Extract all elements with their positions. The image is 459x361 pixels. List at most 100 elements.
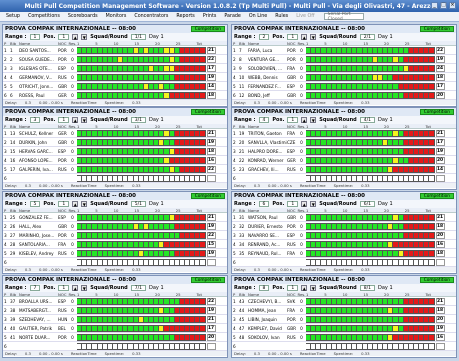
total-score bbox=[206, 174, 216, 182]
menu-item-parade[interactable]: Parade bbox=[221, 14, 244, 19]
shooter-row[interactable]: 2 14 DURKIN, John GBR 0 19 bbox=[3, 138, 227, 147]
shooter-row[interactable]: 1 37 BROALLA URS... ESP 0 22 bbox=[3, 297, 227, 306]
competition-button[interactable]: Competition bbox=[419, 193, 454, 199]
shooter-row[interactable]: 1 43 CZECHEVYI, B... SVK 0 21 bbox=[232, 297, 456, 306]
noc: ESP bbox=[58, 298, 66, 304]
shooter-row[interactable]: 5 35 REYNAUD, Rol... FRA 0 18 bbox=[232, 249, 456, 258]
menu-item-setup[interactable]: Setup bbox=[3, 14, 23, 19]
competition-button[interactable]: Competition bbox=[419, 109, 454, 115]
shooter-row[interactable]: 1 7 FARIA, Luca POR 0 22 bbox=[232, 46, 456, 55]
shooter-row[interactable]: 5 48 SOKOLOV, Ivan RUS 0 16 bbox=[232, 333, 456, 342]
menu-item-rules[interactable]: Rules bbox=[272, 14, 291, 19]
up-arrow-icon[interactable]: ▲ bbox=[301, 285, 308, 291]
competition-button[interactable]: Competition bbox=[190, 26, 225, 32]
competition-button[interactable]: Competition bbox=[190, 109, 225, 115]
down-arrow-icon[interactable]: ▼ bbox=[310, 201, 317, 207]
shooter-row[interactable]: 2 38 MATSABERGT... RUS 0 19 bbox=[3, 306, 227, 315]
shooter-row[interactable]: 5 17 GALPERIN, Iva... RUS 0 22 bbox=[3, 165, 227, 174]
shooter-row[interactable]: 6 bbox=[232, 174, 456, 183]
shooter-row[interactable]: 5 5 OTRICHT, Jonn... GBR 0 14 bbox=[3, 82, 227, 91]
up-arrow-icon[interactable]: ▲ bbox=[72, 201, 79, 207]
up-arrow-icon[interactable]: ▲ bbox=[301, 34, 308, 40]
menu-item-on-line[interactable]: On Line bbox=[246, 14, 270, 19]
menu-item-scoreboards[interactable]: Scoreboards bbox=[65, 14, 101, 19]
shooter-row[interactable]: 6 6 ROESS, Paul GER 0 18 bbox=[3, 91, 227, 100]
shooter-row[interactable]: 6 bbox=[3, 174, 227, 183]
shooter-row[interactable]: 5 23 GRACHEV, Ili... RUS 0 14 bbox=[232, 165, 456, 174]
shooter-row[interactable]: 3 9 SOLOBOVIEN, ... FRA 0 24 bbox=[232, 64, 456, 73]
down-arrow-icon[interactable]: ▼ bbox=[81, 285, 88, 291]
noc: FRA bbox=[287, 307, 296, 313]
shooter-row[interactable]: 2 44 HOMMA, Jean FRA 0 18 bbox=[232, 306, 456, 315]
shooter-row[interactable]: 4 10 WEBB, Dennis GBR 0 18 bbox=[232, 73, 456, 82]
port-select[interactable]: Serial Port Closed bbox=[323, 12, 364, 22]
total-score: 21 bbox=[206, 129, 216, 137]
close-icon[interactable]: × bbox=[449, 2, 456, 9]
target-cell bbox=[429, 249, 435, 257]
menu-item-prints[interactable]: Prints bbox=[200, 14, 220, 19]
shooter-row[interactable]: 4 47 KEMPLEY, David GBR 0 19 bbox=[232, 324, 456, 333]
shooter-row[interactable]: 4 4 GERMANOV, V... RUS 0 19 bbox=[3, 73, 227, 82]
target-cell bbox=[200, 324, 206, 332]
shooter-row[interactable]: 5 41 NORTE DUAR... POR 0 20 bbox=[3, 333, 227, 342]
shooter-row[interactable]: 2 2 SOUSA GUEDE... POR 0 22 bbox=[3, 55, 227, 64]
shooter-row[interactable]: 2 8 VENTURA GE... POR 0 19 bbox=[232, 55, 456, 64]
menu-item-competitions[interactable]: Competitions bbox=[25, 14, 63, 19]
down-arrow-icon[interactable]: ▼ bbox=[310, 34, 317, 40]
shooter-row[interactable]: 3 21 HALPRO DORE... ESP 0 19 bbox=[232, 147, 456, 156]
shooter-row[interactable]: 3 45 LIBIN, Joaquin POR 0 20 bbox=[232, 315, 456, 324]
menu-item-live-off[interactable]: Live Off bbox=[293, 14, 317, 19]
squad-value: 2/1 bbox=[359, 34, 375, 40]
shooter-row[interactable]: 2 32 DURIER, Ernesto POR 0 18 bbox=[232, 222, 456, 231]
shooter-row[interactable]: 3 27 MARINHO, Jose... POR 0 22 bbox=[3, 231, 227, 240]
down-arrow-icon[interactable]: ▼ bbox=[81, 201, 88, 207]
up-arrow-icon[interactable]: ▲ bbox=[301, 117, 308, 123]
target-number: 25 bbox=[404, 123, 410, 129]
shooter-row[interactable]: 2 26 HALL, Alex GBR 0 19 bbox=[3, 222, 227, 231]
shooter-row[interactable]: 4 28 SANTOLARIA... FRA 0 15 bbox=[3, 240, 227, 249]
up-arrow-icon[interactable]: ▲ bbox=[301, 201, 308, 207]
shooter-row[interactable]: 6 bbox=[232, 342, 456, 351]
reaction-label: ReactionTime bbox=[70, 267, 97, 272]
shooter-row[interactable]: 4 16 AFONSO LOPE... POR 0 16 bbox=[3, 156, 227, 165]
shooter-row[interactable]: 6 bbox=[232, 258, 456, 267]
shooter-row[interactable]: 1 13 SCHULZ, Kellner GER 0 21 bbox=[3, 129, 227, 138]
shooter-row[interactable]: 3 3 IGLESIAS OTE... ESP 0 17 bbox=[3, 64, 227, 73]
competition-button[interactable]: Competition bbox=[419, 277, 454, 283]
up-arrow-icon[interactable]: ▲ bbox=[72, 285, 79, 291]
shooter-row[interactable]: 3 33 NAVARRO SE... ESP 0 20 bbox=[232, 231, 456, 240]
menu-item-monitors[interactable]: Monitors bbox=[103, 14, 130, 19]
minimize-icon[interactable]: _ bbox=[431, 2, 438, 9]
position: 4 bbox=[233, 157, 236, 163]
down-arrow-icon[interactable]: ▼ bbox=[81, 34, 88, 40]
shooter-row[interactable]: 6 12 BOND, Jeff GBR 0 20 bbox=[232, 91, 456, 100]
total-score: 18 bbox=[435, 222, 445, 230]
shooter-row[interactable]: 4 34 RENRAND, Ac... RUS 0 16 bbox=[232, 240, 456, 249]
maximize-icon[interactable]: □ bbox=[440, 2, 447, 9]
competition-button[interactable]: Competition bbox=[190, 277, 225, 283]
shooter-row[interactable]: 3 39 SZEDHEVAY, ... HUN 0 21 bbox=[3, 315, 227, 324]
shooter-row[interactable]: 6 bbox=[3, 258, 227, 267]
squad-label: Squad/Round bbox=[90, 34, 128, 40]
down-arrow-icon[interactable]: ▼ bbox=[310, 285, 317, 291]
shooter-row[interactable]: 6 bbox=[3, 342, 227, 351]
shooter-row[interactable]: 5 29 KISELEV, Andrey RUS 0 19 bbox=[3, 249, 227, 258]
up-arrow-icon[interactable]: ▲ bbox=[72, 117, 79, 123]
down-arrow-icon[interactable]: ▼ bbox=[81, 117, 88, 123]
shooter-row[interactable]: 4 40 GAUTIER, Patrik BEL 0 17 bbox=[3, 324, 227, 333]
menu-item-reports[interactable]: Reports bbox=[173, 14, 197, 19]
menu-item-concentrators[interactable]: Concentrators bbox=[131, 14, 171, 19]
shooter-row[interactable]: 4 22 KONRAD, Werner GER 0 20 bbox=[232, 156, 456, 165]
shooter-row[interactable]: 2 20 SANVLLA, Vlastimil CZE 0 17 bbox=[232, 138, 456, 147]
competition-button[interactable]: Competition bbox=[190, 193, 225, 199]
shooter-row[interactable]: 1 25 GONZALEZ FE... ESP 0 21 bbox=[3, 213, 227, 222]
up-arrow-icon[interactable]: ▲ bbox=[72, 34, 79, 40]
shooter-row[interactable]: 3 15 HERVAS GARC... ESP 0 18 bbox=[3, 147, 227, 156]
shooter-row[interactable]: 1 1 DEO SANTOS... POR 0 21 bbox=[3, 46, 227, 55]
down-arrow-icon[interactable]: ▼ bbox=[310, 117, 317, 123]
shooter-row[interactable]: 1 31 WATSON, Paul GBR 0 21 bbox=[232, 213, 456, 222]
noc: ESP bbox=[287, 83, 295, 89]
competition-button[interactable]: Competition bbox=[419, 26, 454, 32]
shooter-row[interactable]: 1 19 TRITON, Gaeton FRA 0 21 bbox=[232, 129, 456, 138]
shooter-row[interactable]: 5 11 FERNANDEZ F... ESP 0 17 bbox=[232, 82, 456, 91]
